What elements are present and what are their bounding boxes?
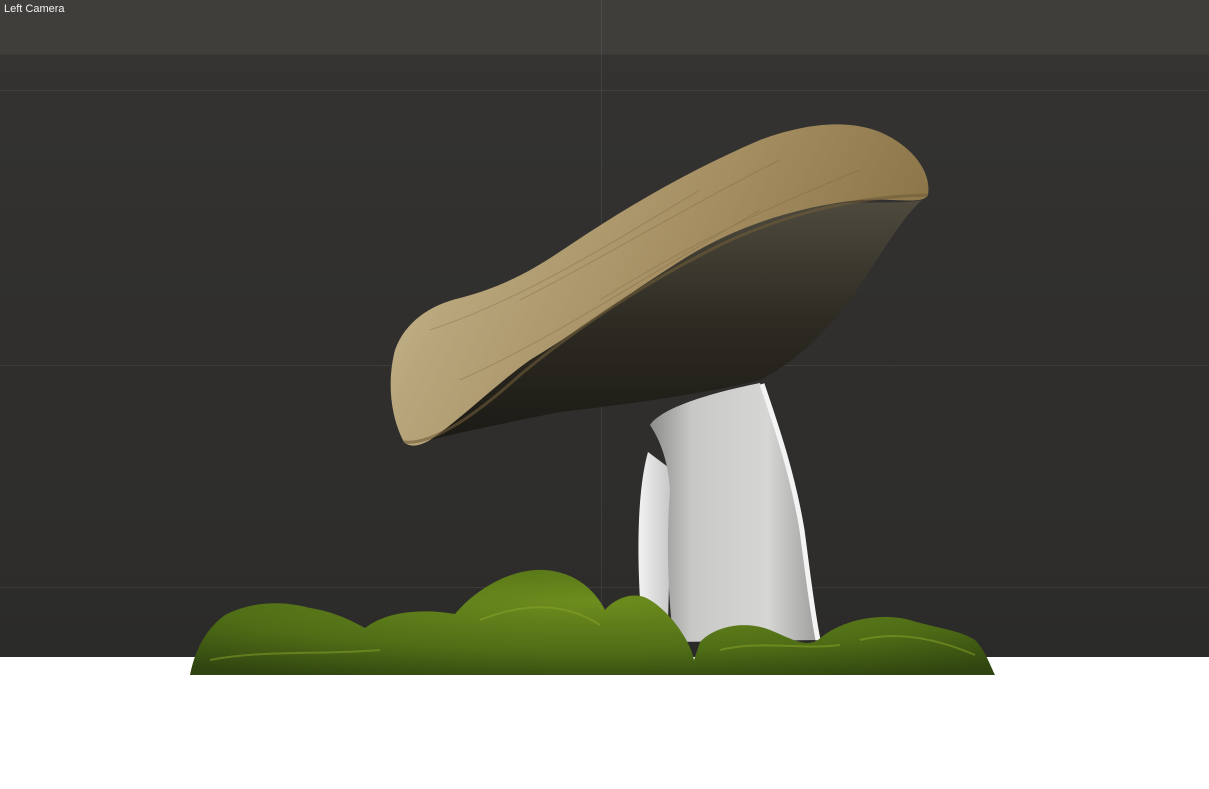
moss-base bbox=[190, 569, 995, 675]
mushroom-stem-back bbox=[638, 452, 672, 622]
mushroom-stem bbox=[650, 383, 818, 642]
mushroom-model[interactable] bbox=[0, 0, 1209, 789]
